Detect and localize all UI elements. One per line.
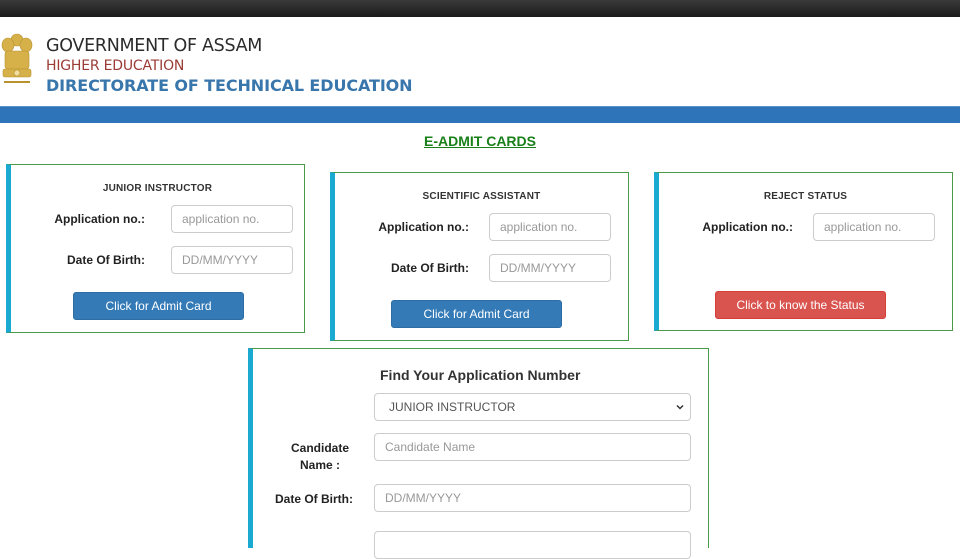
dob-input[interactable] [489,254,611,282]
page-title: E-ADMIT CARDS [424,133,536,149]
additional-input[interactable] [374,531,691,559]
scientific-assistant-panel: SCIENTIFIC ASSISTANT Application no.: Da… [330,172,629,341]
post-select[interactable]: JUNIOR INSTRUCTOR [374,393,691,421]
application-no-label: Application no.: [54,212,145,226]
reject-status-panel: REJECT STATUS Application no.: Click to … [654,172,953,331]
browser-top-bar [0,0,960,17]
chevron-down-icon [676,404,684,410]
application-no-input[interactable] [171,205,293,233]
dob-input[interactable] [374,484,691,512]
find-application-panel: Find Your Application Number JUNIOR INST… [248,348,709,559]
panel-title: JUNIOR INSTRUCTOR [102,183,213,194]
find-title: Find Your Application Number [380,367,581,383]
admit-card-button[interactable]: Click for Admit Card [391,300,562,328]
application-no-input[interactable] [489,213,611,241]
post-select-value: JUNIOR INSTRUCTOR [389,400,516,414]
header-nav-bar [0,106,960,123]
application-no-label: Application no.: [702,220,793,234]
dob-label: Date Of Birth: [275,492,353,506]
check-status-button[interactable]: Click to know the Status [715,291,886,319]
admit-card-button[interactable]: Click for Admit Card [73,292,244,320]
candidate-name-label: Candidate Name : [290,441,349,472]
application-no-label: Application no.: [378,220,469,234]
national-emblem-icon [1,33,33,83]
dob-label: Date Of Birth: [67,253,145,267]
junior-instructor-panel: JUNIOR INSTRUCTOR Application no.: Date … [6,164,305,333]
header-government: GOVERNMENT OF ASSAM [46,36,263,56]
site-header: GOVERNMENT OF ASSAM HIGHER EDUCATION DIR… [0,17,960,106]
candidate-name-input[interactable] [374,433,691,461]
panel-title: REJECT STATUS [763,191,848,202]
dob-label: Date Of Birth: [391,261,469,275]
dob-input[interactable] [171,246,293,274]
application-no-input[interactable] [813,213,935,241]
header-department: HIGHER EDUCATION [46,58,185,74]
panel-title: SCIENTIFIC ASSISTANT [422,191,541,202]
header-directorate: DIRECTORATE OF TECHNICAL EDUCATION [46,76,413,95]
